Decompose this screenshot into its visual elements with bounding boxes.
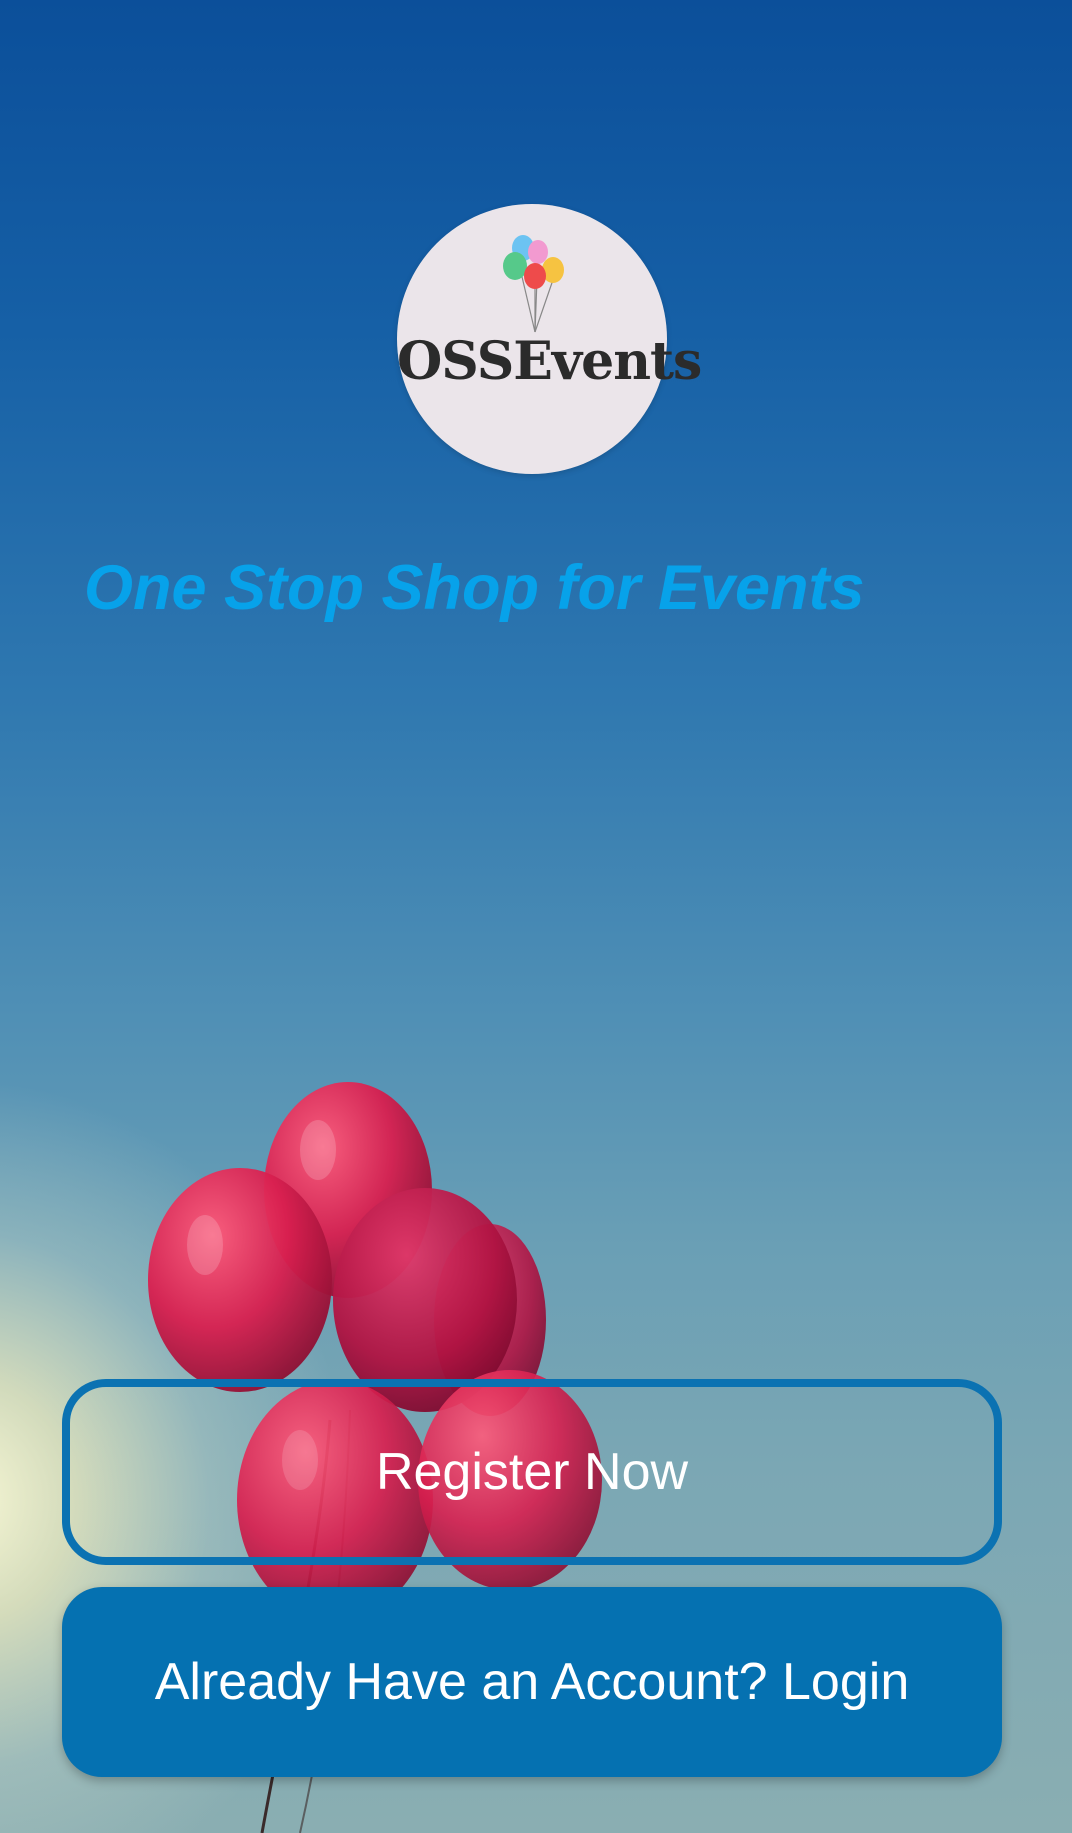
logo-text: OSSEvents: [397, 331, 702, 392]
welcome-screen: OSSEvents One Stop Shop for Events Regis…: [0, 0, 1072, 1833]
login-button[interactable]: Already Have an Account? Login: [62, 1587, 1002, 1777]
app-logo: OSSEvents: [397, 204, 702, 474]
register-now-button[interactable]: Register Now: [62, 1379, 1002, 1565]
tagline: One Stop Shop for Events: [84, 553, 865, 623]
